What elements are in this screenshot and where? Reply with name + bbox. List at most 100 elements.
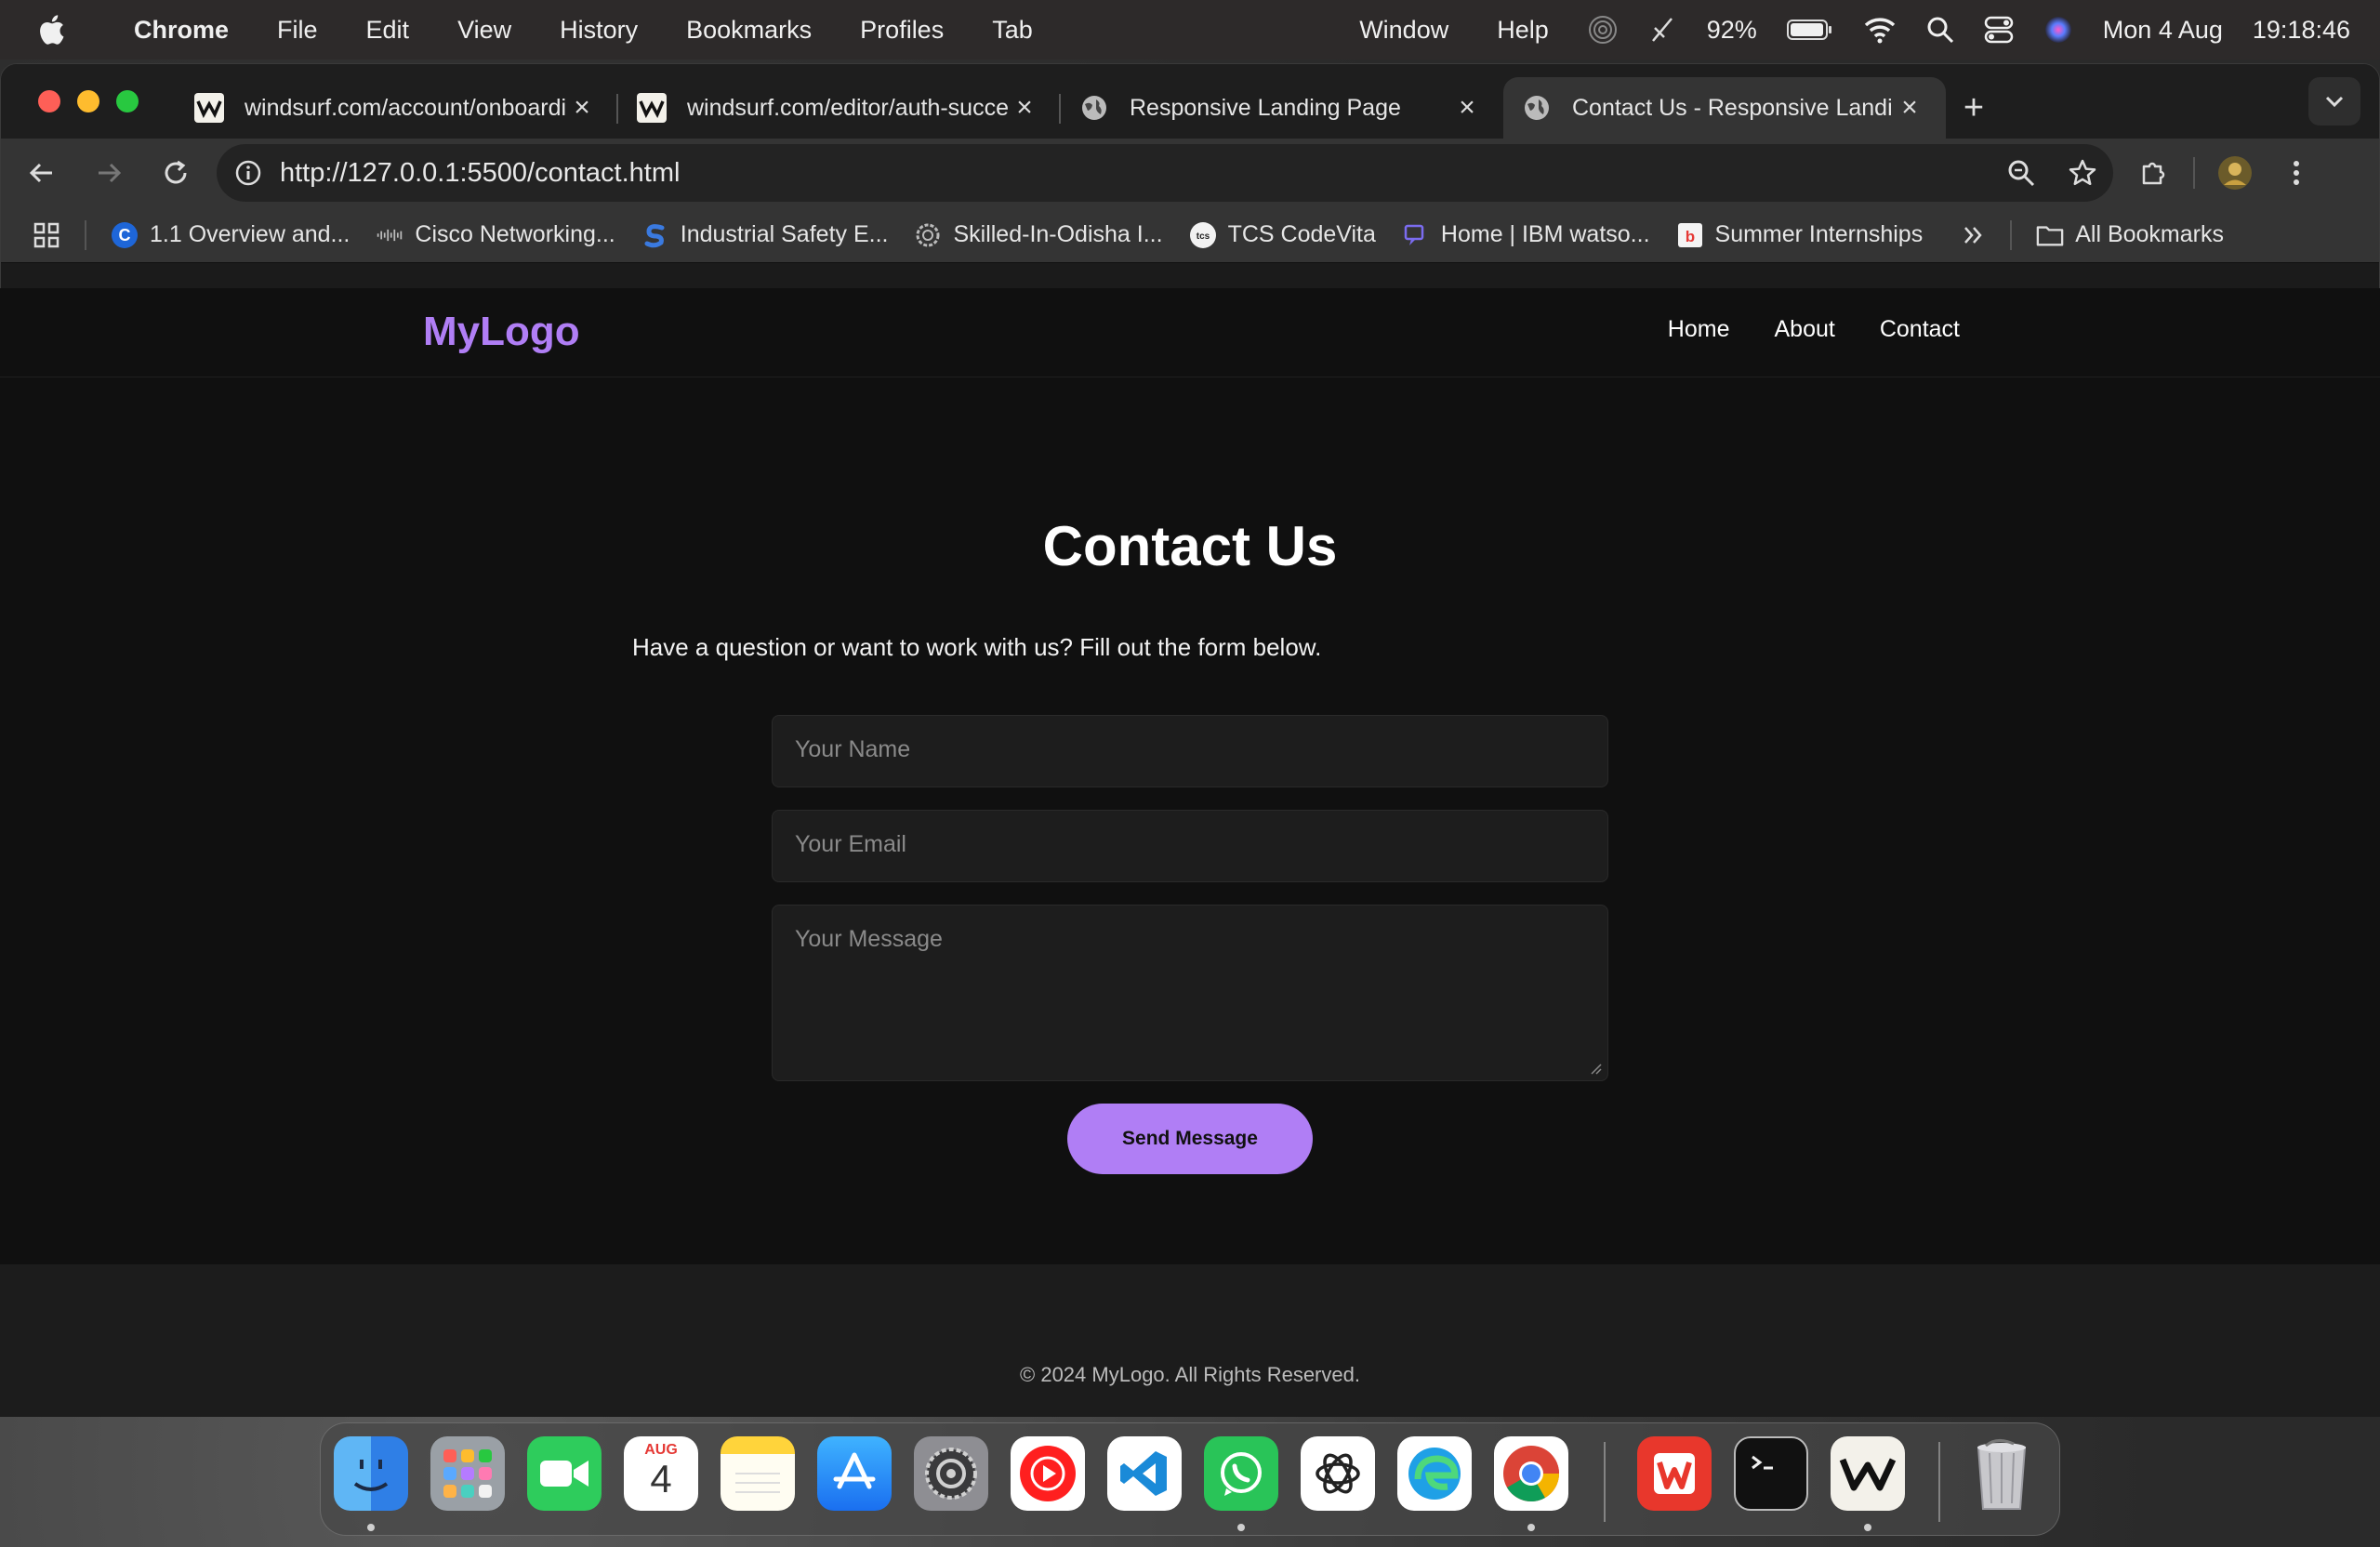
chevron-down-icon [2325, 96, 2344, 108]
extensions-puzzle-icon[interactable] [2122, 142, 2184, 204]
spotlight-search-icon[interactable] [1911, 16, 1969, 44]
macos-dock: AUG 4 [320, 1422, 2060, 1536]
reload-button[interactable] [142, 139, 209, 207]
toolbar-actions [2122, 142, 2327, 204]
resize-grip-icon[interactable] [1589, 1062, 1602, 1075]
bookmark-cisco[interactable]: Cisco Networking... [363, 221, 628, 249]
bookmarks-bar: C 1.1 Overview and... Cisco Networking..… [1, 207, 2379, 263]
message-textarea[interactable]: Your Message [772, 905, 1608, 1081]
menu-edit[interactable]: Edit [342, 16, 434, 45]
system-settings-icon[interactable] [914, 1436, 988, 1511]
minimize-window-button[interactable] [77, 90, 99, 112]
terminal-icon[interactable] [1734, 1436, 1808, 1511]
svg-text:C: C [119, 226, 131, 245]
facetime-icon[interactable] [527, 1436, 602, 1511]
tab-contact-us[interactable]: Contact Us - Responsive Landing Page × [1503, 77, 1946, 139]
profile-avatar-icon[interactable] [2204, 142, 2266, 204]
trash-icon[interactable] [1964, 1436, 2039, 1511]
dock-separator [1938, 1442, 1940, 1522]
tab-title: Contact Us - Responsive Landing Page [1572, 94, 1894, 121]
finder-icon[interactable] [334, 1436, 408, 1511]
calendar-icon[interactable]: AUG 4 [624, 1436, 698, 1511]
menubar-date[interactable]: Mon 4 Aug [2088, 16, 2238, 45]
bookmark-skilled-in-odisha[interactable]: Skilled-In-Odisha I... [901, 221, 1175, 249]
wifi-icon[interactable] [1848, 16, 1911, 44]
address-bar[interactable]: http://127.0.0.1:5500/contact.html [217, 144, 2113, 202]
nav-contact-link[interactable]: Contact [1880, 316, 1960, 343]
tab-responsive-landing[interactable]: Responsive Landing Page × [1061, 77, 1503, 139]
pen-off-icon[interactable] [1633, 15, 1692, 45]
nav-home-link[interactable]: Home [1668, 316, 1730, 343]
menu-tab[interactable]: Tab [968, 16, 1057, 45]
send-message-button[interactable]: Send Message [1067, 1104, 1313, 1174]
menu-window[interactable]: Window [1335, 16, 1473, 45]
microsoft-edge-icon[interactable] [1397, 1436, 1472, 1511]
nav-about-link[interactable]: About [1774, 316, 1834, 343]
bookmarks-overflow-chevron-icon[interactable] [1949, 224, 1999, 246]
whatsapp-icon[interactable] [1204, 1436, 1278, 1511]
close-tab-icon[interactable]: × [1451, 92, 1483, 124]
email-input[interactable]: Your Email [772, 810, 1608, 882]
menu-view[interactable]: View [433, 16, 536, 45]
bookmark-summer-internships[interactable]: b Summer Internships [1663, 221, 1937, 249]
siri-icon[interactable] [2029, 15, 2088, 45]
menu-profiles[interactable]: Profiles [836, 16, 968, 45]
bookmark-tcs-codevita[interactable]: tcs TCS CodeVita [1176, 221, 1389, 249]
app-store-icon[interactable] [817, 1436, 892, 1511]
close-window-button[interactable] [38, 90, 60, 112]
svg-text:b: b [1685, 228, 1694, 245]
name-input[interactable]: Your Name [772, 715, 1608, 787]
vscode-icon[interactable] [1107, 1436, 1182, 1511]
bookmark-star-icon[interactable] [2052, 158, 2113, 188]
running-indicator [1527, 1524, 1535, 1531]
all-bookmarks-folder[interactable]: All Bookmarks [2023, 221, 2237, 249]
new-tab-button[interactable]: + [1946, 77, 2002, 139]
running-indicator [367, 1524, 375, 1531]
youtube-music-icon[interactable] [1011, 1436, 1085, 1511]
dock-separator [1604, 1442, 1606, 1522]
zoom-icon[interactable] [1990, 159, 2052, 187]
tab-search-button[interactable] [2308, 77, 2360, 126]
site-logo[interactable]: MyLogo [423, 309, 580, 355]
menu-bookmarks[interactable]: Bookmarks [662, 16, 836, 45]
tab-windsurf-auth[interactable]: windsurf.com/editor/auth-success × [618, 77, 1061, 139]
chrome-menu-kebab-icon[interactable] [2266, 142, 2327, 204]
bookmark-ibm-watson[interactable]: Home | IBM watso... [1389, 221, 1663, 249]
menu-help[interactable]: Help [1473, 16, 1573, 45]
reload-icon [165, 160, 187, 184]
arrow-left-icon [29, 163, 52, 183]
windsurf-icon[interactable] [1831, 1436, 1905, 1511]
apps-grid-icon[interactable] [1, 221, 73, 249]
back-button[interactable] [8, 139, 75, 207]
browser-toolbar: http://127.0.0.1:5500/contact.html [1, 139, 2379, 207]
airdrop-status-icon[interactable] [1573, 15, 1633, 45]
wps-office-icon[interactable] [1637, 1436, 1712, 1511]
page-title: Contact Us [1042, 515, 1338, 577]
notes-icon[interactable] [721, 1436, 795, 1511]
forward-button[interactable] [75, 139, 142, 207]
tab-windsurf-onboarding[interactable]: windsurf.com/account/onboarding × [176, 77, 618, 139]
menubar-time[interactable]: 19:18:46 [2238, 16, 2380, 45]
bookmark-industrial-safety[interactable]: Industrial Safety E... [628, 221, 902, 249]
close-tab-icon[interactable]: × [1009, 92, 1040, 124]
gear-logo-icon [914, 221, 942, 249]
apple-menu-icon[interactable] [37, 14, 82, 46]
close-tab-icon[interactable]: × [566, 92, 598, 124]
menu-file[interactable]: File [253, 16, 342, 45]
google-chrome-icon[interactable] [1494, 1436, 1568, 1511]
menu-app-chrome[interactable]: Chrome [110, 16, 253, 45]
url-text[interactable]: http://127.0.0.1:5500/contact.html [280, 158, 1990, 189]
tcs-icon: tcs [1189, 221, 1217, 249]
menu-history[interactable]: History [536, 16, 662, 45]
battery-icon[interactable] [1772, 18, 1848, 42]
bookmark-coursera[interactable]: C 1.1 Overview and... [98, 221, 363, 249]
zoom-window-button[interactable] [116, 90, 139, 112]
footer-copyright: © 2024 MyLogo. All Rights Reserved. [1020, 1363, 1360, 1386]
launchpad-icon[interactable] [430, 1436, 505, 1511]
site-info-icon[interactable] [230, 154, 267, 192]
control-center-icon[interactable] [1969, 16, 2029, 44]
close-tab-icon[interactable]: × [1894, 92, 1925, 124]
running-indicator [1237, 1524, 1245, 1531]
chatgpt-icon[interactable] [1301, 1436, 1375, 1511]
running-indicator [1864, 1524, 1871, 1531]
